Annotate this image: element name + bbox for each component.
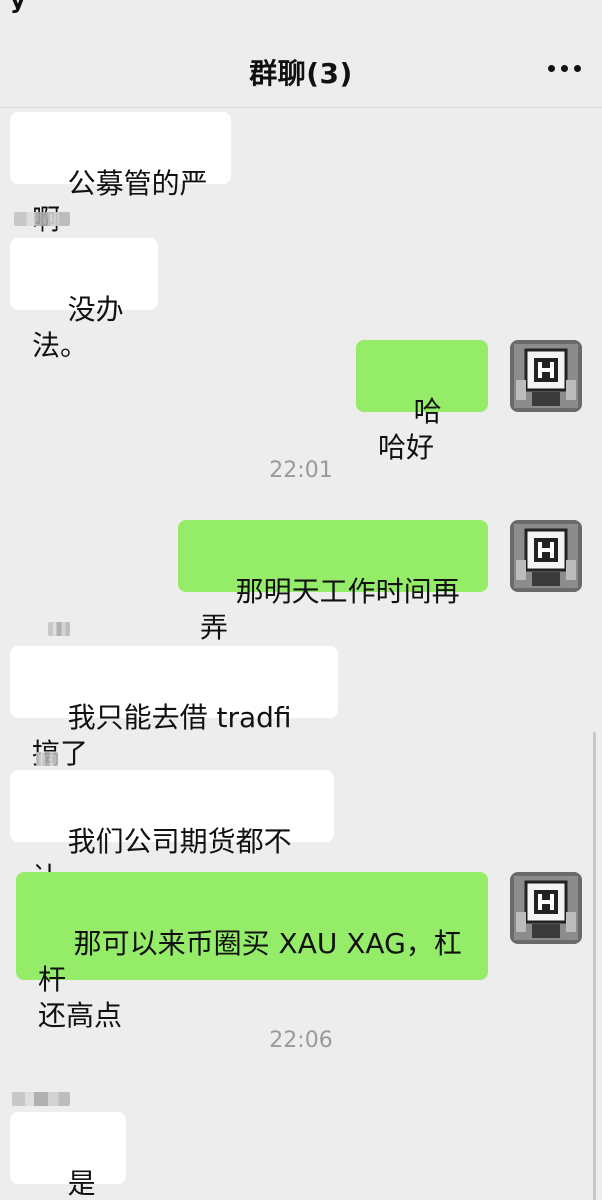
message-text: 没办法。 (32, 293, 124, 362)
self-avatar[interactable] (510, 872, 582, 944)
message-bubble-outgoing[interactable]: 哈哈好 (356, 340, 488, 464)
message-list[interactable]: 公募管的严啊 没办法。 哈哈好 22:01 那明天工作时间再弄 (0, 108, 602, 1200)
self-avatar[interactable] (510, 520, 582, 592)
more-dots-icon[interactable] (544, 48, 584, 88)
message-bubble-incoming[interactable]: 没办法。 (10, 238, 158, 362)
dot-icon (560, 64, 568, 72)
message-text: 那明天工作时间再弄 (200, 575, 460, 644)
message-bubble-outgoing[interactable]: 那可以来币圈买 XAU XAG，杠杆 还高点 (16, 872, 488, 1032)
message-text: 是的。 (67, 1167, 96, 1200)
message-text: 那可以来币圈买 XAU XAG，杠杆 还高点 (38, 927, 462, 1032)
scrollbar[interactable] (593, 732, 596, 1200)
timestamp: 22:01 (269, 458, 333, 483)
sender-name-blurred (48, 622, 70, 636)
timestamp: 22:06 (269, 1028, 333, 1053)
status-bar-fragment: y (10, 0, 26, 14)
message-bubble-incoming[interactable]: 是的。 (10, 1112, 126, 1200)
chat-title: 群聊(3) (249, 57, 353, 90)
message-text: 哈哈好 (378, 395, 442, 464)
sender-name-blurred (36, 752, 58, 766)
self-avatar[interactable] (510, 340, 582, 412)
sender-name-blurred (14, 212, 70, 226)
message-bubble-incoming[interactable]: 我们公司期货都不让。 (10, 770, 334, 894)
chat-header: y 群聊(3) (0, 0, 602, 108)
message-bubble-incoming[interactable]: 我只能去借 tradfi 搞了 (10, 646, 338, 770)
dot-icon (547, 64, 555, 72)
dot-icon (573, 64, 581, 72)
message-text: 我只能去借 tradfi 搞了 (32, 701, 301, 770)
message-bubble-incoming[interactable]: 公募管的严啊 (10, 112, 231, 236)
message-bubble-outgoing[interactable]: 那明天工作时间再弄 (178, 520, 488, 644)
sender-name-blurred (12, 1092, 70, 1106)
